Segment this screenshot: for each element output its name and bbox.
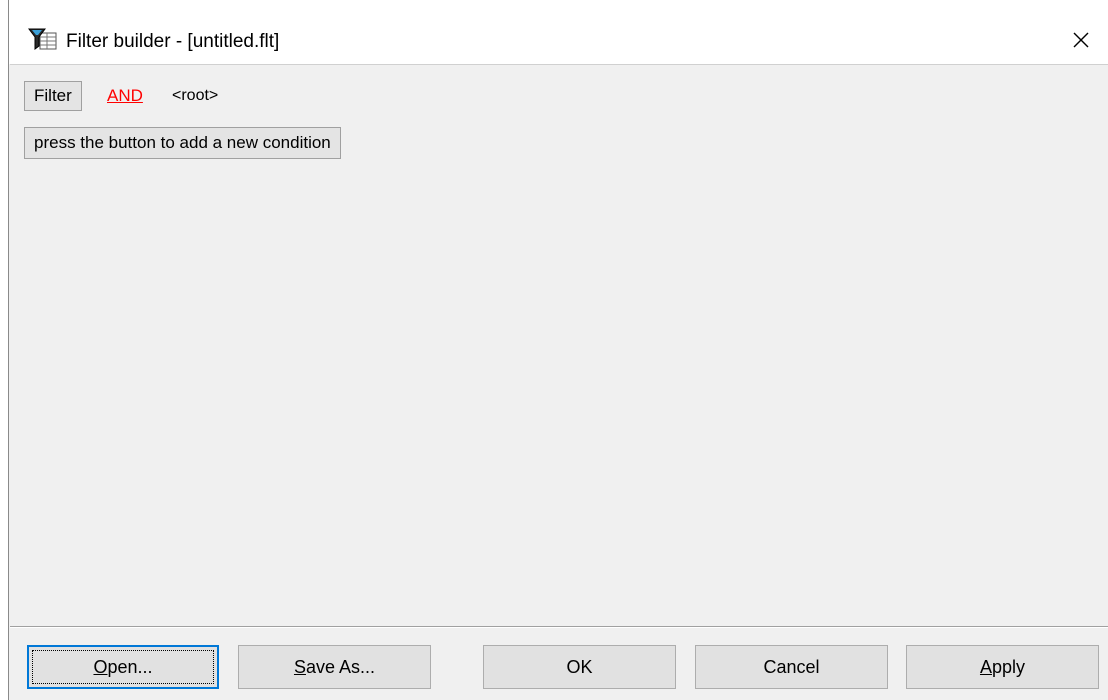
- open-button[interactable]: Open...: [27, 645, 219, 689]
- cancel-label: Cancel: [763, 656, 820, 677]
- ok-label: OK: [566, 656, 593, 677]
- filter-menu-button[interactable]: Filter: [24, 81, 82, 111]
- save-as-label-rest: ave As...: [305, 656, 376, 677]
- apply-accel-char: A: [979, 656, 992, 677]
- group-operator-link[interactable]: AND: [107, 86, 143, 106]
- root-group-label: <root>: [172, 87, 219, 104]
- filter-editor-area: Filter AND <root> press the button to ad…: [10, 64, 1108, 700]
- add-condition-button[interactable]: press the button to add a new condition: [24, 127, 341, 159]
- cancel-button[interactable]: Cancel: [695, 645, 888, 689]
- filter-builder-window: Filter builder - [untitled.flt] Filter A…: [0, 0, 1108, 700]
- filter-funnel-icon: [28, 28, 57, 50]
- save-as-accel-char: S: [293, 656, 306, 677]
- ok-button[interactable]: OK: [483, 645, 676, 689]
- focus-rectangle: [32, 650, 214, 684]
- apply-button[interactable]: Apply: [906, 645, 1099, 689]
- title-bar[interactable]: Filter builder - [untitled.flt]: [9, 0, 1108, 64]
- close-button[interactable]: [1054, 18, 1108, 62]
- window-title: Filter builder - [untitled.flt]: [66, 31, 280, 52]
- close-icon: [1073, 32, 1089, 48]
- apply-label-rest: pply: [991, 656, 1026, 677]
- footer-separator: [10, 626, 1108, 628]
- window-left-edge: [0, 0, 9, 700]
- save-as-button[interactable]: Save As...: [238, 645, 431, 689]
